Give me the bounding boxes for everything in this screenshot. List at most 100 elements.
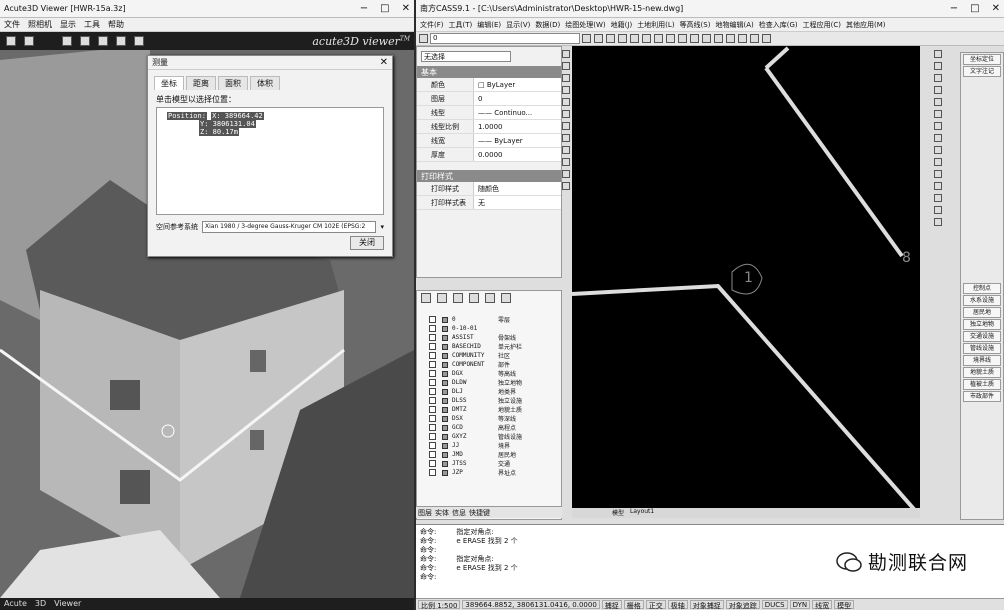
layer-color-swatch[interactable] — [442, 379, 448, 386]
menu-item[interactable]: 数据(D) — [535, 20, 560, 30]
status-toggle[interactable]: 对象捕捉 — [689, 600, 724, 610]
prop-row[interactable]: 打印样式 随颜色 — [417, 182, 561, 196]
tab-layer[interactable]: 图层 — [418, 508, 432, 517]
undo-icon[interactable] — [594, 34, 603, 43]
status-toggle[interactable]: 模型 — [834, 600, 855, 610]
save-icon[interactable] — [582, 34, 591, 43]
spline-icon[interactable] — [562, 134, 570, 142]
layer-visible-checkbox[interactable] — [429, 397, 436, 404]
layer-visible-checkbox[interactable] — [429, 424, 436, 431]
copy-icon[interactable] — [934, 62, 942, 70]
prop-value[interactable]: 1.0000 — [473, 120, 561, 133]
layer-visible-checkbox[interactable] — [429, 469, 436, 476]
layer-visible-checkbox[interactable] — [429, 361, 436, 368]
status-toggle[interactable]: DUCS — [761, 600, 788, 609]
status-toggle[interactable]: 捕捉 — [601, 600, 622, 610]
extend-icon[interactable] — [750, 34, 759, 43]
prop-row[interactable]: 厚度 0.0000 — [417, 148, 561, 162]
text-icon[interactable] — [562, 182, 570, 190]
layer-color-swatch[interactable] — [442, 397, 448, 404]
zoom-in-icon[interactable] — [618, 34, 627, 43]
properties-icon[interactable] — [690, 34, 699, 43]
move-icon[interactable] — [80, 36, 90, 46]
layer-color-swatch[interactable] — [442, 433, 448, 440]
refresh-icon[interactable] — [24, 36, 34, 46]
zoom-extents-icon[interactable] — [666, 34, 675, 43]
selection-combo[interactable]: 无选择 — [421, 51, 511, 62]
stretch-icon[interactable] — [934, 146, 942, 154]
line-icon[interactable] — [562, 50, 570, 58]
layer-visible-checkbox[interactable] — [429, 316, 436, 323]
close-icon[interactable]: ✕ — [402, 3, 410, 14]
layer-visible-checkbox[interactable] — [429, 460, 436, 467]
prop-row[interactable]: 线型比例 1.0000 — [417, 120, 561, 134]
close-button[interactable]: 关闭 — [350, 236, 384, 250]
prop-value[interactable]: 随颜色 — [473, 182, 561, 195]
layer-color-swatch[interactable] — [442, 343, 448, 350]
symbol-category-button[interactable]: 坐标定位 — [963, 54, 1001, 65]
layer-color-swatch[interactable] — [442, 442, 448, 449]
tab-info[interactable]: 信息 — [452, 508, 466, 517]
coordinate-output[interactable]: Position: X: 389664.42 Y: 3806131.04 Z: … — [156, 107, 384, 215]
layer-visible-checkbox[interactable] — [429, 442, 436, 449]
close-icon[interactable]: ✕ — [992, 3, 1000, 14]
status-toggle[interactable]: 栅格 — [623, 600, 644, 610]
menu-item[interactable]: 绘图处理(W) — [565, 20, 605, 30]
circle-icon[interactable] — [562, 122, 570, 130]
rectangle-icon[interactable] — [562, 98, 570, 106]
layer-visible-checkbox[interactable] — [429, 334, 436, 341]
layer-visible-checkbox[interactable] — [429, 451, 436, 458]
layer-visible-checkbox[interactable] — [429, 352, 436, 359]
chevron-down-icon[interactable]: ▾ — [380, 223, 384, 231]
drawing-canvas[interactable]: 1 8 模型 Layout1 — [572, 46, 920, 518]
layer-combo[interactable]: 0 — [430, 33, 580, 44]
layer-visible-checkbox[interactable] — [429, 379, 436, 386]
layer-color-swatch[interactable] — [442, 352, 448, 359]
minimize-icon[interactable]: − — [360, 3, 368, 14]
layer-visible-checkbox[interactable] — [429, 415, 436, 422]
move-icon[interactable] — [934, 110, 942, 118]
chamfer-icon[interactable] — [934, 194, 942, 202]
current-layer-icon[interactable] — [453, 293, 463, 303]
menu-item[interactable]: 等高线(S) — [680, 20, 711, 30]
symbol-category-button[interactable]: 境界线 — [963, 355, 1001, 366]
layer-row[interactable]: JJ 境界 — [417, 441, 561, 450]
zoom-out-icon[interactable] — [630, 34, 639, 43]
insert-block-icon[interactable] — [562, 158, 570, 166]
pan-icon[interactable] — [642, 34, 651, 43]
tab-area[interactable]: 面积 — [218, 76, 248, 90]
symbol-category-button[interactable]: 管线设施 — [963, 343, 1001, 354]
menu-item[interactable]: 显示(V) — [506, 20, 530, 30]
layer-icon[interactable] — [419, 34, 428, 43]
erase-icon[interactable] — [762, 34, 771, 43]
maximize-icon[interactable]: □ — [970, 3, 979, 14]
symbol-category-button[interactable]: 交通设施 — [963, 331, 1001, 342]
tab-entity[interactable]: 实体 — [435, 508, 449, 517]
layer-visible-checkbox[interactable] — [429, 343, 436, 350]
menu-camera[interactable]: 照相机 — [28, 19, 52, 30]
construction-line-icon[interactable] — [562, 62, 570, 70]
maximize-icon[interactable]: □ — [380, 3, 389, 14]
layer-row[interactable]: DSX 等深线 — [417, 414, 561, 423]
symbol-category-button[interactable]: 居民地 — [963, 307, 1001, 318]
menu-item[interactable]: 地籍(J) — [611, 20, 633, 30]
prop-value[interactable]: 无 — [473, 196, 561, 209]
redo-icon[interactable] — [606, 34, 615, 43]
ellipse-icon[interactable] — [562, 146, 570, 154]
break-icon[interactable] — [934, 182, 942, 190]
layer-row[interactable]: JMD 居民地 — [417, 450, 561, 459]
symbol-category-button[interactable]: 市政部件 — [963, 391, 1001, 402]
pointer-icon[interactable] — [116, 36, 126, 46]
layer-color-swatch[interactable] — [442, 370, 448, 377]
layer-visible-checkbox[interactable] — [429, 325, 436, 332]
status-toggle[interactable]: 线宽 — [812, 600, 833, 610]
symbol-category-button[interactable]: 文字注记 — [963, 66, 1001, 77]
layer-color-swatch[interactable] — [442, 460, 448, 467]
layer-row[interactable]: 0-10-01 — [417, 324, 561, 333]
tab-coordinate[interactable]: 坐标 — [154, 76, 184, 90]
tab-model[interactable]: 模型 — [612, 508, 624, 518]
symbol-category-button[interactable]: 独立地物 — [963, 319, 1001, 330]
status-toggle[interactable]: 对象追踪 — [725, 600, 760, 610]
status-toggle[interactable]: 极轴 — [667, 600, 688, 610]
layer-row[interactable]: DLDW 独立地物 — [417, 378, 561, 387]
